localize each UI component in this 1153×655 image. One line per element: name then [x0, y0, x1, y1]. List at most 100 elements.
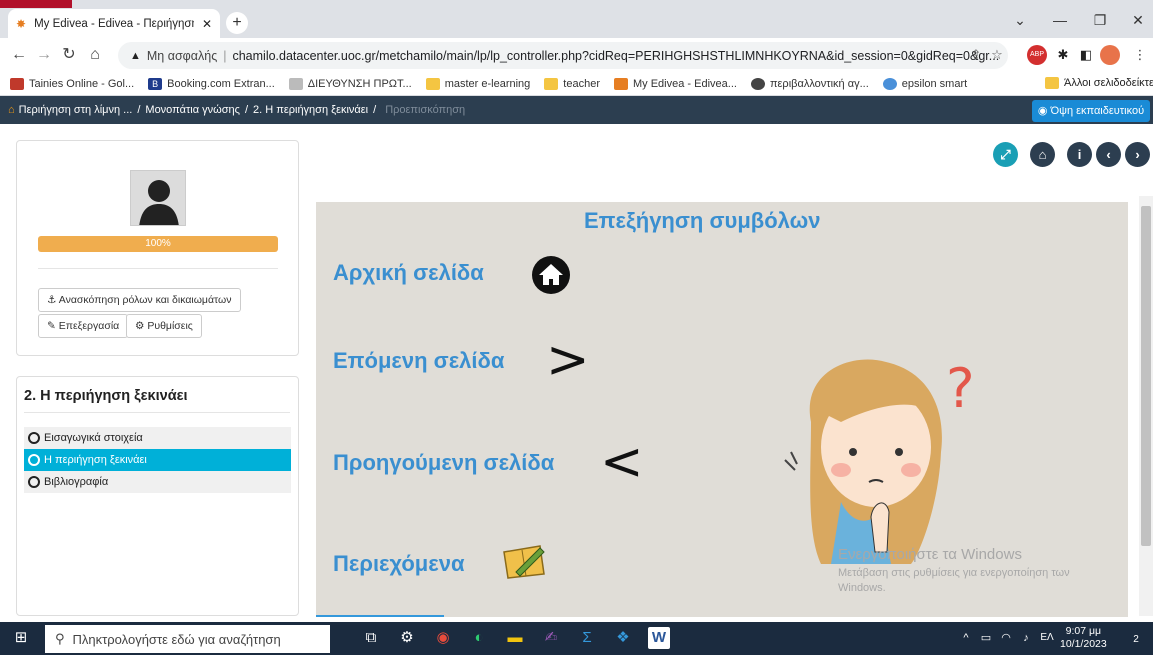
sidepanel-icon[interactable]: ◧ — [1076, 45, 1096, 65]
adblock-icon[interactable]: ABP — [1027, 45, 1047, 65]
bookmark-star-icon[interactable]: ☆ — [987, 45, 1007, 65]
bookmark-favicon-icon: B — [148, 77, 163, 90]
gear-icon: ⚙ — [135, 320, 145, 332]
content-heading: Επεξήγηση συμβόλων — [584, 208, 821, 233]
scrollbar-thumb[interactable] — [1141, 206, 1151, 546]
notifications-icon[interactable]: 2 — [1125, 627, 1147, 649]
reload-icon[interactable]: ↻ — [58, 44, 80, 66]
file-explorer-icon[interactable]: ▬ — [504, 627, 526, 649]
breadcrumb-separator: / — [244, 104, 249, 116]
bookmark-item[interactable]: ΔΙΕΥΘΥΝΣΗ ΠΡΩΤ... — [288, 77, 412, 90]
user-silhouette-icon — [139, 180, 179, 225]
wifi-icon[interactable]: ◠ — [995, 627, 1017, 649]
pen-app-icon[interactable]: ✍ — [540, 627, 562, 649]
home-icon[interactable]: ⌂ — [1030, 142, 1055, 167]
bookmark-item[interactable]: περιβαλλοντική αγ... — [750, 77, 869, 90]
task-view-icon[interactable]: ⧉ — [360, 627, 382, 649]
home-icon[interactable]: ⌂ — [84, 44, 106, 66]
restore-button[interactable]: ❐ — [1080, 8, 1120, 32]
bookmark-item[interactable]: Tainies Online - Gol... — [10, 77, 134, 90]
word-icon[interactable]: W — [648, 627, 670, 649]
outline-item[interactable]: Βιβλιογραφία — [24, 471, 291, 493]
bookmark-folder[interactable]: master e-learning — [425, 77, 530, 90]
windows-activation-text: Windows. — [838, 582, 886, 594]
breadcrumb-item[interactable]: Περιήγηση στη λίμνη ... — [19, 104, 133, 116]
eye-icon: ◉ — [1037, 105, 1048, 117]
clock[interactable]: 9:07 μμ 10/1/2023 — [1060, 625, 1107, 651]
bookmark-item[interactable]: My Edivea - Edivea... — [614, 77, 737, 90]
roles-review-button[interactable]: ⚓ Ανασκόπηση ρόλων και δικαιωμάτων — [38, 288, 241, 312]
bookmark-item[interactable]: epsilon smart — [882, 77, 967, 90]
folder-icon — [544, 77, 559, 90]
network-icon[interactable]: ▭ — [975, 627, 997, 649]
previous-arrow-icon: < — [600, 432, 644, 492]
windows-activation-text: Μετάβαση στις ρυθμίσεις για ενεργοποίηση… — [838, 567, 1070, 579]
menu-kebab-icon[interactable]: ⋮ — [1130, 45, 1150, 65]
bookmarks-bar: Tainies Online - Gol... B Booking.com Ext… — [0, 72, 1153, 96]
profile-avatar-icon[interactable] — [1100, 45, 1120, 65]
teacher-view-button[interactable]: ◉ Όψη εκπαιδευτικού — [1032, 100, 1150, 122]
bookmark-favicon-icon — [10, 77, 24, 90]
tray-chevron-icon[interactable]: ^ — [955, 627, 977, 649]
forward-icon[interactable]: → — [33, 44, 55, 66]
security-label: Μη ασφαλής — [146, 48, 218, 63]
outline-item[interactable]: Εισαγωγικά στοιχεία — [24, 427, 291, 449]
check-circle-icon — [28, 476, 40, 488]
chrome-icon[interactable]: ◉ — [432, 627, 454, 649]
notebook-pencil-icon — [500, 542, 548, 583]
close-window-button[interactable]: ✕ — [1118, 8, 1153, 32]
browser-tab[interactable]: ✸ My Edivea - Edivea - Περιήγηση ✕ — [8, 9, 220, 38]
breadcrumb: ⌂ Περιήγηση στη λίμνη ... / Μονοπάτια γν… — [0, 96, 1153, 124]
volume-icon[interactable]: ♪ — [1015, 627, 1037, 649]
settings-button[interactable]: ⚙ Ρυθμίσεις — [126, 314, 202, 338]
bookmark-folder[interactable]: teacher — [544, 77, 600, 90]
tab-favicon-icon: ✸ — [16, 16, 27, 31]
language-indicator[interactable]: ΕΛ — [1036, 627, 1058, 649]
anchor-icon: ⚓ — [47, 294, 57, 306]
bookmark-item[interactable]: B Booking.com Extran... — [148, 77, 275, 90]
previous-icon[interactable]: ‹ — [1096, 142, 1121, 167]
contents-label: Περιεχόμενα — [333, 551, 465, 576]
question-mark-icon: ? — [946, 357, 975, 417]
breadcrumb-item[interactable]: Μονοπάτια γνώσης — [145, 104, 240, 116]
divider — [38, 268, 278, 269]
taskbar-search-input[interactable]: ⚲ Πληκτρολογήστε εδώ για αναζήτηση — [45, 625, 330, 653]
other-bookmarks-folder[interactable]: Άλλοι σελιδοδείκτες — [1045, 77, 1153, 89]
folder-icon — [1045, 77, 1059, 89]
next-page-label: Επόμενη σελίδα — [333, 348, 505, 373]
home-symbol-icon — [530, 254, 572, 299]
sigma-app-icon[interactable]: Σ — [576, 627, 598, 649]
edge-icon[interactable]: ◐ — [468, 627, 490, 649]
avatar — [130, 170, 186, 226]
edit-button[interactable]: ✎ Επεξεργασία — [38, 314, 129, 338]
next-icon[interactable]: › — [1125, 142, 1150, 167]
breadcrumb-separator: / — [137, 104, 141, 116]
bookmark-favicon-icon — [288, 77, 303, 90]
previous-page-label: Προηγούμενη σελίδα — [333, 450, 555, 475]
address-bar[interactable]: ▲ Μη ασφαλής | chamilo.datacenter.uoc.gr… — [118, 42, 1008, 69]
home-icon[interactable]: ⌂ — [8, 104, 15, 116]
back-icon[interactable]: ← — [8, 44, 30, 66]
outline-item-active[interactable]: Η περιήγηση ξεκινάει — [24, 449, 291, 471]
share-icon[interactable]: ⇪ — [966, 45, 986, 65]
settings-gear-icon[interactable]: ⚙ — [396, 627, 418, 649]
expand-icon[interactable]: ⤢ — [993, 142, 1018, 167]
bookmark-favicon-icon — [882, 77, 897, 90]
tab-search-icon[interactable]: ⌄ — [1000, 8, 1040, 32]
url-text: chamilo.datacenter.uoc.gr/metchamilo/mai… — [232, 48, 1000, 63]
windows-start-icon[interactable]: ⊞ — [10, 627, 32, 649]
info-icon[interactable]: i — [1067, 142, 1092, 167]
minimize-button[interactable]: — — [1040, 8, 1080, 32]
breadcrumb-item[interactable]: 2. Η περιήγηση ξεκινάει — [253, 104, 368, 116]
bookmark-favicon-icon — [750, 77, 765, 90]
new-tab-button[interactable]: + — [226, 12, 248, 34]
divider — [24, 412, 290, 413]
pencil-icon: ✎ — [47, 320, 56, 332]
search-icon: ⚲ — [55, 631, 65, 646]
extensions-icon[interactable]: ✱ — [1053, 45, 1073, 65]
breadcrumb-separator: / — [373, 104, 377, 116]
tab-title: My Edivea - Edivea - Περιήγηση — [34, 17, 194, 30]
warning-icon: ▲ — [130, 49, 141, 62]
dropbox-icon[interactable]: ❖ — [612, 627, 634, 649]
tab-close-icon[interactable]: ✕ — [202, 17, 212, 31]
